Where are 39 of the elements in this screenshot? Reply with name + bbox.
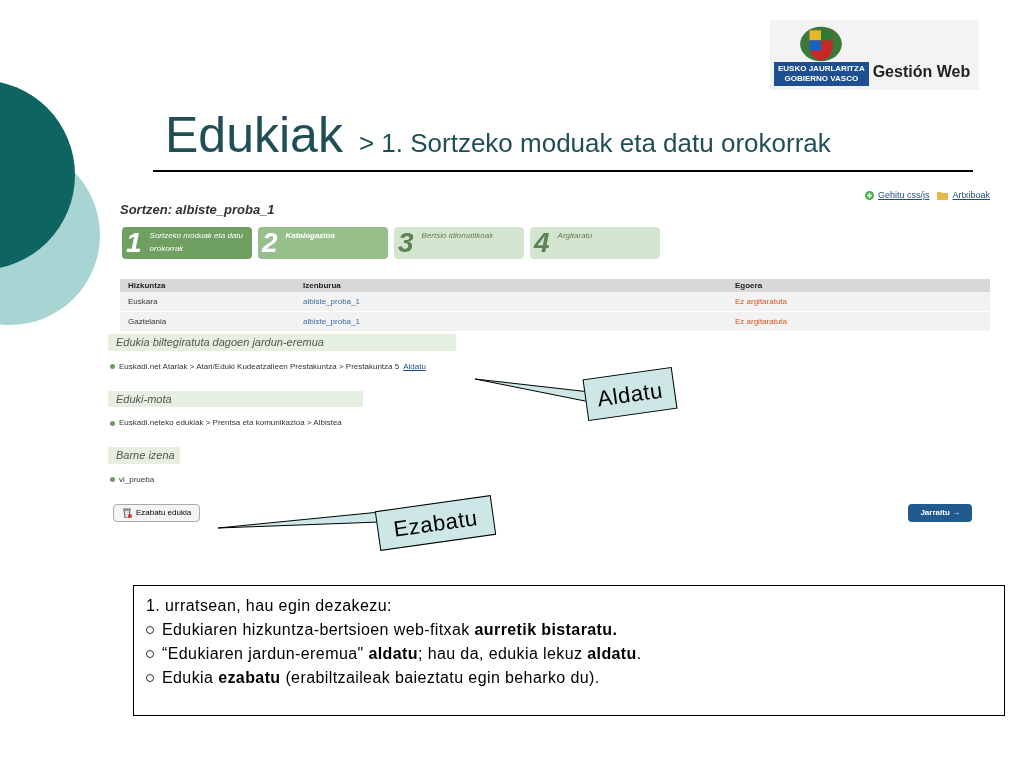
next-button[interactable]: Jarraitu → [908,503,972,522]
bullet-icon [110,477,115,482]
page-heading: Sortzen: albiste_proba_1 [119,200,276,219]
add-icon [864,191,874,201]
bullet-icon [110,364,115,369]
section-heading: Edukia biltegiratuta dagoen jardun-eremua [108,334,456,351]
bullet-icon [110,420,115,426]
notes-intro: 1. urratsean, hau egin dezakezu: [146,596,393,616]
section-heading: Eduki-mota [108,390,363,407]
step-tab: 3 Bertsio idiomatikoak [394,227,524,259]
table-cell-text: Euskara [127,295,159,308]
product-name: Gestión Web [872,62,971,82]
notes-bullet: Edukiaren hizkuntza-bertsioen web-fitxak aurretik bistaratu. [162,620,618,640]
step-tab: 4 Argitaratu [530,227,660,259]
change-link[interactable]: Aldatu [403,360,426,373]
table-cell-text: Gaztelania [127,315,168,328]
breadcrumb-text: Euskadi.net Atariak > Atari/Eduki Kudeatzaileen Prestakuntza > Prestakuntza 5 [119,360,400,373]
logo-text: GOBIERNO VASCO [784,74,859,84]
breadcrumb-text: vi_prueba [119,473,155,486]
column-header: Izenburua [302,279,342,292]
slide-subtitle: > 1. Sortzeko moduak eta datu orokorrak [358,127,831,160]
toolbar-link[interactable]: Gehitu css/js [877,189,930,203]
column-header: Hizkuntza [127,279,167,292]
slide-title: Edukiak [165,106,343,165]
table-cell-text: Ez argitaratuta [734,315,789,328]
table-cell-text: Ez argitaratuta [734,295,789,308]
notes-bullet: Edukia ezabatu (erabiltzaileak baieztatu egin beharko du). [162,668,600,688]
breadcrumb-text: Euskadi.neteko edukiak > Prentsa eta komunikazioa > Albistea [119,417,342,429]
title-link[interactable]: albiste_proba_1 [295,315,727,328]
coat-of-arms-icon [799,26,844,62]
logo-text: EUSKO JAURLARITZA [778,64,865,74]
section-heading: Barne izena [108,447,180,464]
column-header: Egoera [734,279,764,292]
notes-bullet: “Edukiaren jardun-eremua" aldatu; hau da, edukia lekuz aldatu. [162,644,642,664]
trash-icon [122,507,132,518]
title-link[interactable]: albiste_proba_1 [295,295,727,308]
folder-icon [937,191,949,201]
delete-button[interactable]: Ezabatu edukia [113,503,201,522]
toolbar-link[interactable]: Artxiboak [952,189,990,203]
